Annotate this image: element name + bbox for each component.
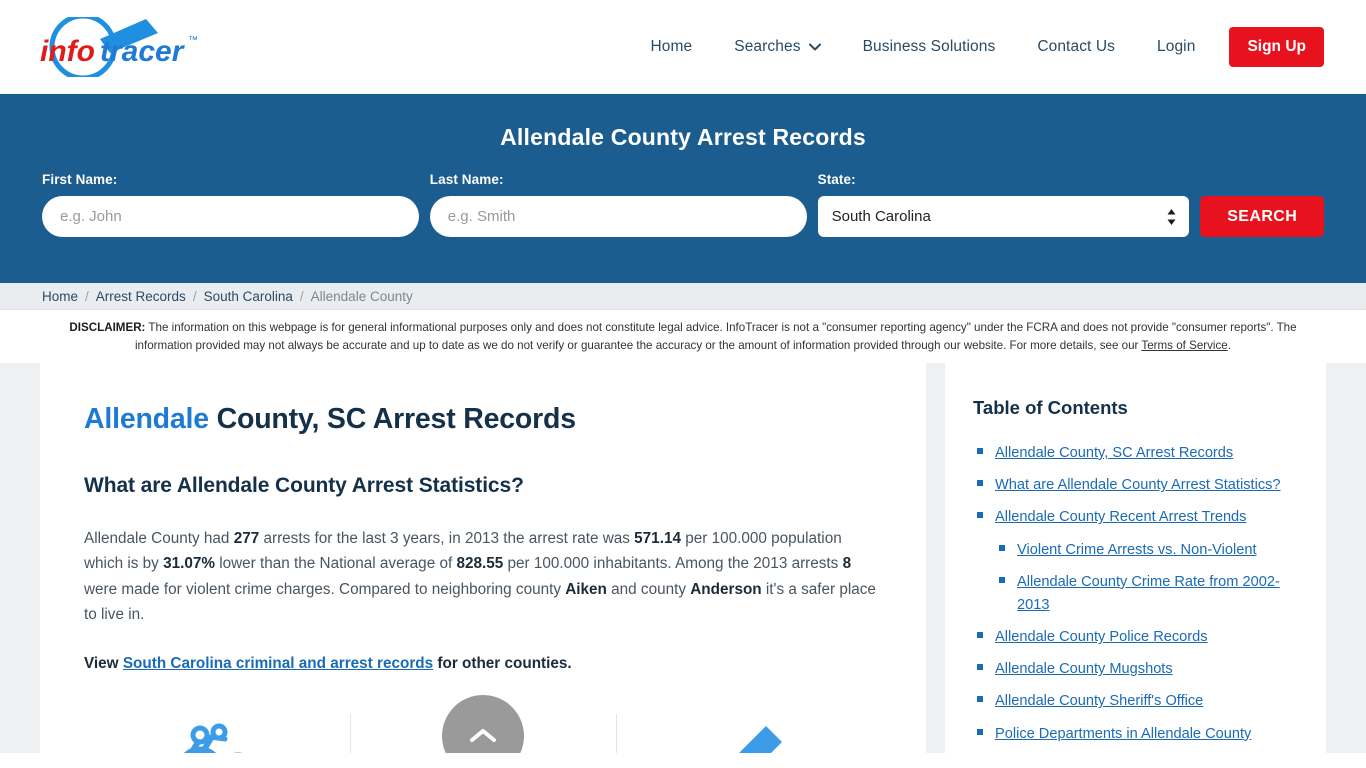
state-select[interactable]: South Carolina xyxy=(817,196,1190,237)
page-title-highlight: Allendale xyxy=(84,402,209,435)
para-segment: per 100.000 inhabitants. Among the 2013 … xyxy=(503,555,843,573)
nav-item-login[interactable]: Login xyxy=(1136,30,1216,64)
breadcrumb-item-allendale-county: Allendale County xyxy=(310,288,413,304)
section-heading-arrest-statistics: What are Allendale County Arrest Statist… xyxy=(84,473,524,497)
logo-icon: info tracer ™ xyxy=(40,17,198,77)
view-prefix: View xyxy=(84,654,123,672)
stat-percent-lower: 31.07% xyxy=(163,555,215,573)
toc-link-mugshots[interactable]: Allendale County Mugshots xyxy=(995,661,1173,677)
para-segment: were made for violent crime charges. Com… xyxy=(84,580,566,598)
list-item: Allendale County Recent Arrest Trends xyxy=(973,505,1298,528)
nav-item-searches[interactable]: Searches xyxy=(713,30,841,64)
list-item: Allendale County Police Records xyxy=(973,625,1298,648)
toc-link-police-records[interactable]: Allendale County Police Records xyxy=(995,629,1208,645)
list-item: Police Departments in Allendale County xyxy=(973,722,1298,745)
list-item: Allendale County Mugshots xyxy=(973,657,1298,680)
stat-total-arrests: 277 xyxy=(233,529,260,547)
pen-icon xyxy=(739,725,782,753)
breadcrumb: Home / Arrest Records / South Carolina /… xyxy=(0,283,1366,310)
feature-cell-records-writing[interactable] xyxy=(616,713,882,753)
chevron-down-icon xyxy=(808,43,821,51)
scroll-to-top-button[interactable] xyxy=(442,694,524,753)
para-segment: arrests for the last 3 years, in 2013 th… xyxy=(259,529,635,547)
terms-of-service-link[interactable]: Terms of Service xyxy=(1141,339,1227,352)
list-item: Violent Crime Arrests vs. Non-Violent xyxy=(973,538,1298,561)
arrest-records-search-form: First Name: Last Name: State: South Caro… xyxy=(42,172,1325,237)
state-label: State: xyxy=(817,172,856,187)
disclaimer-text: DISCLAIMER: The information on this webp… xyxy=(0,310,1366,363)
neighbor-county-anderson: Anderson xyxy=(690,580,762,598)
toc-link-police-departments[interactable]: Police Departments in Allendale County xyxy=(995,726,1251,742)
last-name-input[interactable] xyxy=(429,196,807,237)
stat-violent-crime-arrests: 8 xyxy=(842,555,852,573)
list-item: Allendale County Crime Rate from 2002-20… xyxy=(973,570,1298,616)
logo-text-tracer: tracer xyxy=(100,35,186,68)
para-segment: Allendale County had xyxy=(84,529,234,547)
logo-text-info: info xyxy=(40,35,95,68)
first-name-input[interactable] xyxy=(42,196,419,237)
disclaimer-label: DISCLAIMER: xyxy=(69,321,146,334)
last-name-label: Last Name: xyxy=(429,172,504,187)
main-content-card: Allendale County, SC Arrest Records What… xyxy=(40,362,926,753)
state-select-wrapper: South Carolina xyxy=(817,196,1190,237)
breadcrumb-item-south-carolina[interactable]: South Carolina xyxy=(204,289,293,304)
disclaimer-period: . xyxy=(1227,338,1231,352)
breadcrumb-separator: / xyxy=(192,288,197,304)
toc-link-crime-rate-2002-2013[interactable]: Allendale County Crime Rate from 2002-20… xyxy=(1017,574,1280,613)
search-banner: Allendale County Arrest Records First Na… xyxy=(0,94,1366,283)
page-body: Allendale County, SC Arrest Records What… xyxy=(0,362,1366,753)
main-navigation: Home Searches Business Solutions Contact… xyxy=(630,27,1324,67)
first-name-label: First Name: xyxy=(42,172,118,187)
first-name-field-group: First Name: xyxy=(42,172,419,237)
toc-link-recent-arrest-trends[interactable]: Allendale County Recent Arrest Trends xyxy=(995,509,1246,525)
toc-link-sheriffs-office[interactable]: Allendale County Sheriff's Office xyxy=(995,693,1203,709)
nav-item-contact-us[interactable]: Contact Us xyxy=(1016,30,1136,64)
view-suffix: for other counties. xyxy=(433,654,572,672)
list-item: Allendale County, SC Arrest Records xyxy=(973,441,1298,464)
toc-link-violent-vs-nonviolent[interactable]: Violent Crime Arrests vs. Non-Violent xyxy=(1017,542,1257,558)
nav-item-searches-label: Searches xyxy=(734,38,801,55)
state-field-group: State: South Carolina xyxy=(817,172,1190,237)
search-button[interactable]: SEARCH xyxy=(1200,196,1325,237)
banner-title: Allendale County Arrest Records xyxy=(500,124,866,150)
arrest-statistics-paragraph: Allendale County had 277 arrests for the… xyxy=(84,526,882,628)
neighbor-county-aiken: Aiken xyxy=(565,580,607,598)
table-of-contents-title: Table of Contents xyxy=(973,396,1128,418)
table-of-contents-card: Table of Contents Allendale County, SC A… xyxy=(945,362,1326,753)
stat-arrest-rate: 571.14 xyxy=(634,529,681,547)
breadcrumb-item-arrest-records[interactable]: Arrest Records xyxy=(96,289,186,304)
para-segment: lower than the National average of xyxy=(214,555,457,573)
chevron-up-icon xyxy=(470,728,496,742)
disclaimer-body: The information on this webpage is for g… xyxy=(134,321,1297,352)
south-carolina-records-link[interactable]: South Carolina criminal and arrest recor… xyxy=(123,655,433,672)
breadcrumb-item-home[interactable]: Home xyxy=(42,289,78,304)
table-of-contents-list: Allendale County, SC Arrest Records What… xyxy=(973,441,1298,753)
breadcrumb-separator: / xyxy=(85,288,89,304)
toc-link-arrest-records[interactable]: Allendale County, SC Arrest Records xyxy=(995,445,1233,461)
logo-trademark-icon: ™ xyxy=(188,35,198,46)
page-title: Allendale County, SC Arrest Records xyxy=(84,403,882,436)
nav-item-home[interactable]: Home xyxy=(630,30,714,64)
para-segment: and county xyxy=(606,580,691,598)
list-item: What are Allendale County Arrest Statist… xyxy=(973,473,1298,496)
list-item: Allendale County Sheriff's Office xyxy=(973,689,1298,712)
toc-link-arrest-statistics[interactable]: What are Allendale County Arrest Statist… xyxy=(995,477,1281,493)
view-other-counties-paragraph: View South Carolina criminal and arrest … xyxy=(84,652,882,676)
handcuffs-icon xyxy=(183,723,243,753)
sign-up-button[interactable]: Sign Up xyxy=(1229,27,1324,67)
breadcrumb-separator: / xyxy=(299,288,304,304)
nav-item-business-solutions[interactable]: Business Solutions xyxy=(842,30,1017,64)
last-name-field-group: Last Name: xyxy=(429,172,807,237)
infotracer-logo[interactable]: info tracer ™ xyxy=(38,16,208,78)
feature-cell-arrest-records[interactable] xyxy=(84,714,350,753)
stat-national-average: 828.55 xyxy=(456,555,504,573)
site-header: info tracer ™ Home Searches Business Sol… xyxy=(0,0,1366,94)
page-title-rest: County, SC Arrest Records xyxy=(208,402,576,435)
